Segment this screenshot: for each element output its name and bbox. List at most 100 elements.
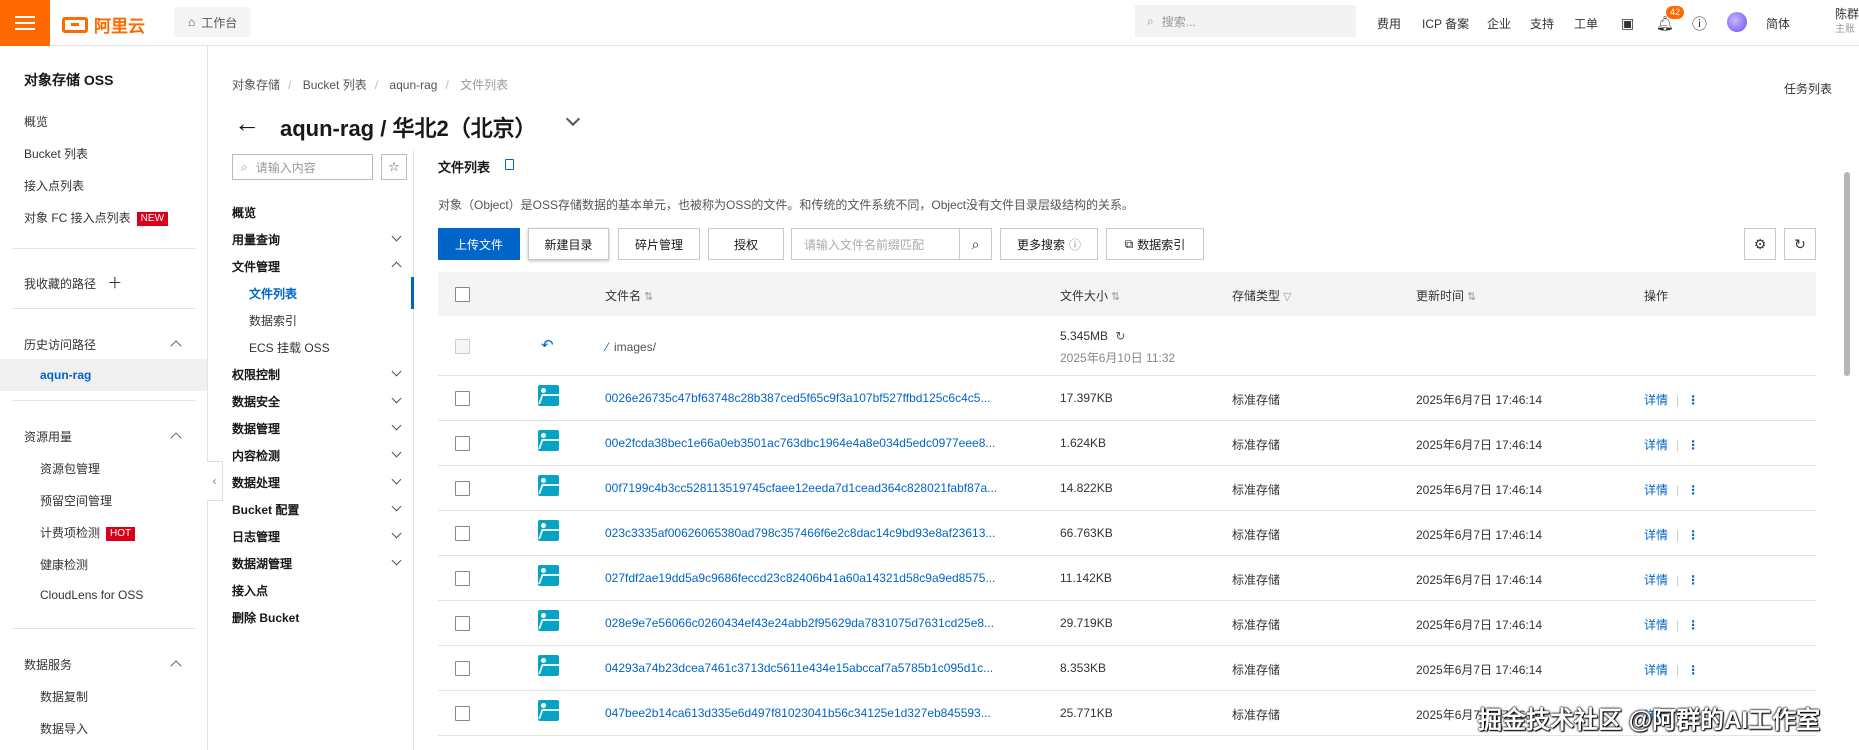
- table-row[interactable]: 028e9e7e56066c0260434ef43e24abb2f95629da…: [438, 601, 1816, 646]
- header-file-size[interactable]: 文件大小 ⇅: [1060, 287, 1120, 304]
- search-button[interactable]: ⌕: [959, 228, 992, 260]
- row-checkbox[interactable]: [455, 526, 470, 541]
- chevron-down-icon[interactable]: [391, 501, 402, 512]
- row-checkbox[interactable]: [455, 436, 470, 451]
- nav-item-bucket-config[interactable]: Bucket 配置: [232, 501, 299, 518]
- nav-item-data-processing[interactable]: 数据处理: [232, 474, 280, 491]
- chevron-up-icon[interactable]: [170, 340, 182, 352]
- row-checkbox[interactable]: [455, 661, 470, 676]
- row-checkbox[interactable]: [455, 706, 470, 721]
- detail-link[interactable]: 详情: [1644, 393, 1668, 407]
- workbench-button[interactable]: ⌂ 工作台: [174, 7, 252, 37]
- new-directory-button[interactable]: 新建目录: [528, 228, 609, 260]
- document-icon[interactable]: [505, 159, 514, 170]
- global-search-input[interactable]: ⌕ 搜索...: [1135, 5, 1356, 37]
- chevron-up-icon[interactable]: [391, 261, 402, 272]
- table-row[interactable]: 0026e26735c47bf63748c28b387ced5f65c9f3a1…: [438, 376, 1816, 421]
- sidebar-item-health-check[interactable]: 健康检测: [40, 556, 88, 573]
- file-name-link[interactable]: 00e2fcda38bec1e66a0eb3501ac763dbc1964e4a…: [605, 436, 995, 450]
- detail-link[interactable]: 详情: [1644, 573, 1668, 587]
- nav-item-data-lake[interactable]: 数据湖管理: [232, 555, 292, 572]
- upload-file-button[interactable]: 上传文件: [438, 228, 520, 260]
- aliyun-logo[interactable]: 阿里云: [62, 12, 145, 37]
- header-storage-type[interactable]: 存储类型 ▽: [1232, 287, 1291, 304]
- data-index-button[interactable]: ⧉ 数据索引: [1106, 228, 1204, 260]
- chevron-down-icon[interactable]: [391, 420, 402, 431]
- sidebar-item-reserved-space[interactable]: 预留空间管理: [40, 492, 112, 509]
- header-updated-time[interactable]: 更新时间 ⇅: [1416, 287, 1476, 304]
- sidebar-item-overview[interactable]: 概览: [24, 113, 48, 130]
- nav-item-log-management[interactable]: 日志管理: [232, 528, 280, 545]
- sidebar-data-service[interactable]: 数据服务: [24, 656, 72, 673]
- refresh-size-icon[interactable]: ↻: [1115, 329, 1125, 343]
- sidebar-favorites[interactable]: 我收藏的路径 ＋: [24, 272, 122, 293]
- help-icon[interactable]: ⓘ: [1692, 0, 1707, 46]
- nav-item-overview[interactable]: 概览: [232, 204, 256, 221]
- nav-search-input[interactable]: ⌕ 请输入内容: [232, 154, 373, 180]
- parent-directory-row[interactable]: ↶ ⁄ images/ 5.345MB ↻ 2025年6月10日 11:32: [438, 316, 1816, 376]
- nav-subitem-file-list[interactable]: 文件列表: [249, 285, 297, 302]
- row-checkbox[interactable]: [455, 616, 470, 631]
- file-name-link[interactable]: 00f7199c4b3cc528113519745cfaee12eeda7d1c…: [605, 481, 997, 495]
- more-actions-icon[interactable]: ⋮: [1687, 438, 1699, 452]
- console-icon[interactable]: ▣: [1621, 0, 1634, 46]
- sidebar-resources[interactable]: 资源用量: [24, 428, 72, 445]
- table-row[interactable]: 00f7199c4b3cc528113519745cfaee12eeda7d1c…: [438, 466, 1816, 511]
- chevron-down-icon[interactable]: [391, 447, 402, 458]
- chevron-down-icon[interactable]: [391, 474, 402, 485]
- row-checkbox[interactable]: [455, 481, 470, 496]
- more-actions-icon[interactable]: ⋮: [1687, 618, 1699, 632]
- table-row[interactable]: 023c3335af00626065380ad798c357466f6e2c8d…: [438, 511, 1816, 556]
- breadcrumb-oss[interactable]: 对象存储: [232, 78, 280, 92]
- nav-item-data-management[interactable]: 数据管理: [232, 420, 280, 437]
- sidebar-item-fc-access-points[interactable]: 对象 FC 接入点列表 NEW: [24, 209, 169, 226]
- sidebar-item-data-replication[interactable]: 数据复制: [40, 688, 88, 705]
- menu-icon[interactable]: [0, 0, 50, 46]
- chevron-down-icon[interactable]: [391, 393, 402, 404]
- row-checkbox[interactable]: [455, 571, 470, 586]
- authorize-button[interactable]: 授权: [708, 228, 784, 260]
- file-name-link[interactable]: 028e9e7e56066c0260434ef43e24abb2f95629da…: [605, 616, 994, 630]
- nav-subitem-ecs-mount[interactable]: ECS 挂载 OSS: [249, 339, 330, 356]
- nav-support[interactable]: 支持: [1530, 0, 1554, 46]
- more-actions-icon[interactable]: ⋮: [1687, 573, 1699, 587]
- nav-subitem-data-index[interactable]: 数据索引: [249, 312, 297, 329]
- nav-icp[interactable]: ICP 备案: [1422, 0, 1469, 46]
- detail-link[interactable]: 详情: [1644, 438, 1668, 452]
- detail-link[interactable]: 详情: [1644, 618, 1668, 632]
- add-icon[interactable]: ＋: [107, 275, 122, 292]
- file-name-link[interactable]: 0026e26735c47bf63748c28b387ced5f65c9f3a1…: [605, 391, 990, 405]
- star-icon[interactable]: ☆: [381, 154, 407, 180]
- nav-item-permission-control[interactable]: 权限控制: [232, 366, 280, 383]
- nav-ticket[interactable]: 工单: [1574, 0, 1598, 46]
- user-menu[interactable]: 陈群 主账: [1835, 6, 1859, 38]
- header-file-name[interactable]: 文件名 ⇅: [605, 287, 653, 304]
- nav-item-file-management[interactable]: 文件管理: [232, 258, 280, 275]
- detail-link[interactable]: 详情: [1644, 483, 1668, 497]
- chevron-down-icon[interactable]: [391, 555, 402, 566]
- return-parent-icon[interactable]: ↶: [541, 336, 554, 354]
- file-name-link[interactable]: 04293a74b23dcea7461c3713dc5611e434e15abc…: [605, 661, 993, 675]
- row-checkbox[interactable]: [455, 391, 470, 406]
- fragment-management-button[interactable]: 碎片管理: [618, 228, 700, 260]
- select-all-checkbox[interactable]: [455, 287, 470, 302]
- parent-directory-name[interactable]: ⁄ images/: [606, 340, 656, 354]
- filter-icon[interactable]: ▽: [1283, 291, 1291, 303]
- detail-link[interactable]: 详情: [1644, 663, 1668, 677]
- nav-item-data-security[interactable]: 数据安全: [232, 393, 280, 410]
- task-list-link[interactable]: 任务列表: [1784, 80, 1832, 97]
- sidebar-item-resource-packages[interactable]: 资源包管理: [40, 460, 100, 477]
- more-search-button[interactable]: 更多搜索 ⓘ: [1000, 228, 1098, 260]
- settings-gear-button[interactable]: ⚙: [1744, 228, 1776, 260]
- sidebar-item-data-import[interactable]: 数据导入: [40, 720, 88, 737]
- nav-item-usage-query[interactable]: 用量查询: [232, 231, 280, 248]
- sidebar-item-cloudlens[interactable]: CloudLens for OSS: [40, 588, 143, 602]
- sidebar-history-item-active[interactable]: aqun-rag: [0, 359, 207, 391]
- ai-assistant-icon[interactable]: [1727, 12, 1747, 32]
- prefix-search-input[interactable]: 请输入文件名前缀匹配: [791, 228, 960, 260]
- more-actions-icon[interactable]: ⋮: [1687, 663, 1699, 677]
- language-switch[interactable]: 简体: [1766, 0, 1790, 46]
- detail-link[interactable]: 详情: [1644, 528, 1668, 542]
- chevron-down-icon[interactable]: [391, 231, 402, 242]
- chevron-up-icon[interactable]: [170, 660, 182, 672]
